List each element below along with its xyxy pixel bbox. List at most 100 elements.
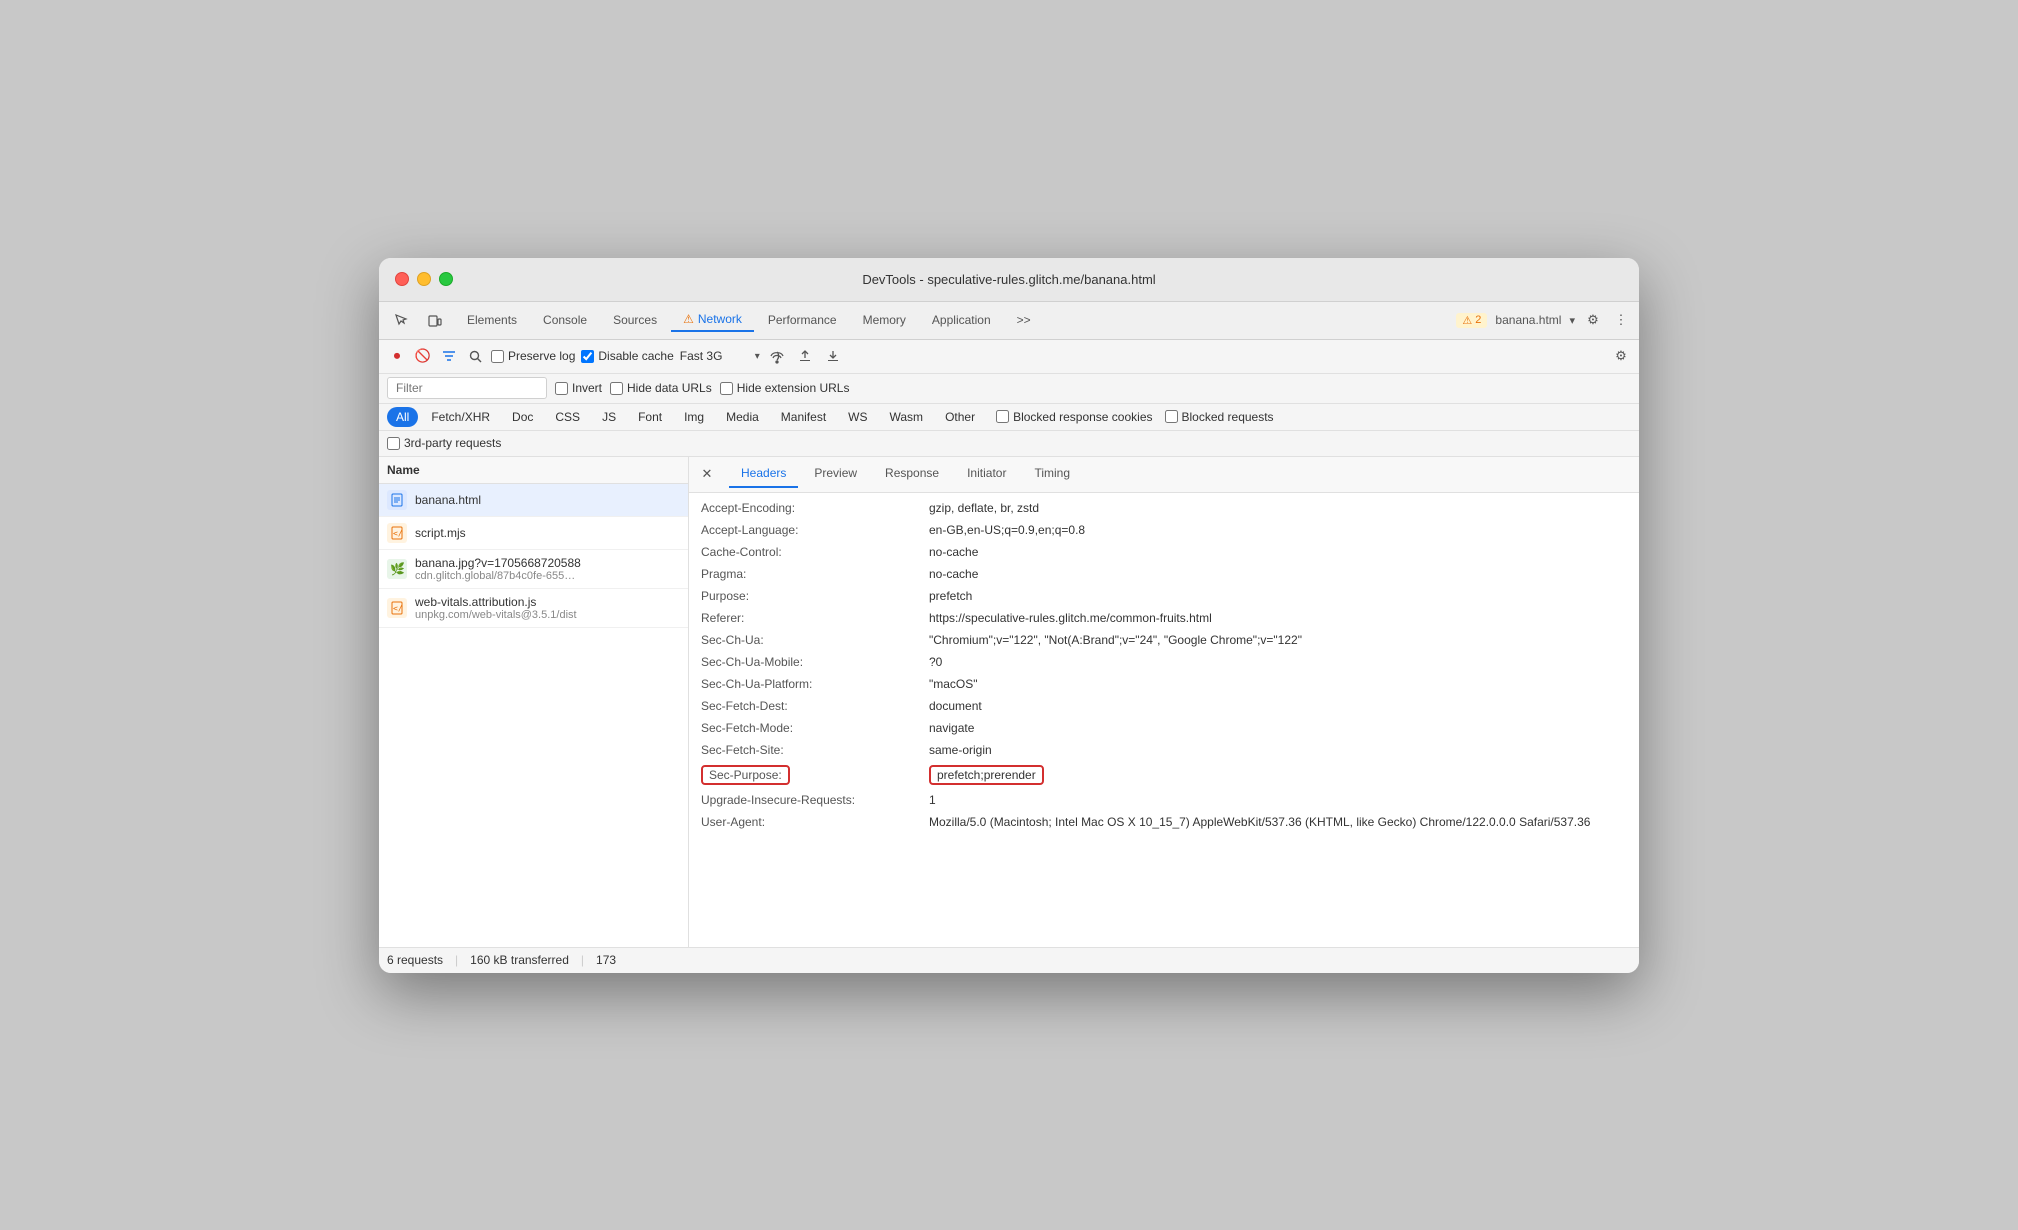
- throttle-select-wrapper[interactable]: Fast 3G Slow 3G No throttling ▾: [680, 349, 760, 363]
- blocked-response-cookies-label[interactable]: Blocked response cookies: [996, 410, 1152, 424]
- pill-media[interactable]: Media: [717, 407, 768, 427]
- header-row: Cache-Control:no-cache: [689, 541, 1639, 563]
- maximize-button[interactable]: [439, 272, 453, 286]
- tab-sources[interactable]: Sources: [601, 309, 669, 331]
- hide-data-urls-checkbox[interactable]: [610, 382, 623, 395]
- header-value: 1: [929, 793, 1627, 807]
- blocked-response-cookies-checkbox[interactable]: [996, 410, 1009, 423]
- sep1: |: [455, 953, 458, 967]
- detail-tab-timing[interactable]: Timing: [1022, 460, 1082, 488]
- size-value: 173: [596, 953, 616, 967]
- preserve-log-checkbox[interactable]: [491, 350, 504, 363]
- headers-content: Accept-Encoding:gzip, deflate, br, zstd A…: [689, 493, 1639, 947]
- header-value: document: [929, 699, 1627, 713]
- tab-memory[interactable]: Memory: [851, 309, 918, 331]
- hide-extension-urls-checkbox[interactable]: [720, 382, 733, 395]
- header-name: Upgrade-Insecure-Requests:: [701, 793, 921, 807]
- tab-console[interactable]: Console: [531, 309, 599, 331]
- hide-extension-urls-label[interactable]: Hide extension URLs: [720, 381, 850, 395]
- stop-recording-button[interactable]: ⏺: [387, 346, 407, 366]
- file-info-banana-jpg: banana.jpg?v=1705668720588 cdn.glitch.gl…: [415, 556, 581, 582]
- file-item-script-mjs[interactable]: </> script.mjs: [379, 517, 688, 550]
- throttle-select[interactable]: Fast 3G Slow 3G No throttling: [680, 349, 759, 363]
- header-value: navigate: [929, 721, 1627, 735]
- pill-ws[interactable]: WS: [839, 407, 876, 427]
- warning-icon: ⚠: [683, 312, 694, 326]
- detail-tab-initiator[interactable]: Initiator: [955, 460, 1018, 488]
- third-party-label[interactable]: 3rd-party requests: [387, 436, 501, 450]
- file-item-banana-html[interactable]: banana.html: [379, 484, 688, 517]
- filter-bar: Invert Hide data URLs Hide extension URL…: [379, 374, 1639, 404]
- header-row: Sec-Fetch-Mode: navigate: [689, 717, 1639, 739]
- header-name: User-Agent:: [701, 815, 921, 829]
- tab-network[interactable]: ⚠ Network: [671, 308, 754, 332]
- pill-manifest[interactable]: Manifest: [772, 407, 835, 427]
- pill-font[interactable]: Font: [629, 407, 671, 427]
- header-row: Sec-Fetch-Site:same-origin: [689, 739, 1639, 761]
- header-name: Accept-Language:: [701, 523, 921, 537]
- hide-data-urls-label[interactable]: Hide data URLs: [610, 381, 712, 395]
- header-name: Sec-Fetch-Site:: [701, 743, 921, 757]
- header-row: Accept-Encoding:gzip, deflate, br, zstd: [689, 497, 1639, 519]
- download-har-icon[interactable]: [822, 345, 844, 367]
- detail-tab-preview[interactable]: Preview: [802, 460, 869, 488]
- tab-performance[interactable]: Performance: [756, 309, 849, 331]
- tab-elements[interactable]: Elements: [455, 309, 529, 331]
- header-name: Sec-Fetch-Mode:: [701, 721, 921, 735]
- minimize-button[interactable]: [417, 272, 431, 286]
- pill-doc[interactable]: Doc: [503, 407, 542, 427]
- pill-all[interactable]: All: [387, 407, 418, 427]
- invert-checkbox[interactable]: [555, 382, 568, 395]
- file-item-web-vitals[interactable]: </> web-vitals.attribution.js unpkg.com/…: [379, 589, 688, 628]
- disable-cache-label[interactable]: Disable cache: [581, 349, 673, 363]
- close-detail-button[interactable]: ✕: [697, 464, 717, 484]
- file-item-banana-jpg[interactable]: 🌿 banana.jpg?v=1705668720588 cdn.glitch.…: [379, 550, 688, 589]
- svg-text:</>: </>: [393, 529, 403, 538]
- requests-count: 6 requests: [387, 953, 443, 967]
- header-value: prefetch;prerender: [929, 765, 1627, 785]
- detail-tabs: ✕ Headers Preview Response Initiator Tim…: [689, 457, 1639, 493]
- network-settings-icon[interactable]: ⚙: [1611, 346, 1631, 366]
- blocked-requests-checkbox[interactable]: [1165, 410, 1178, 423]
- warning-badge-icon: ⚠: [1462, 314, 1472, 327]
- network-conditions-icon[interactable]: [766, 345, 788, 367]
- filter-input[interactable]: [387, 377, 547, 399]
- more-options-icon[interactable]: ⋮: [1611, 310, 1631, 330]
- settings-icon[interactable]: ⚙: [1583, 310, 1603, 330]
- third-party-checkbox[interactable]: [387, 437, 400, 450]
- pill-css[interactable]: CSS: [546, 407, 589, 427]
- preserve-log-label[interactable]: Preserve log: [491, 349, 575, 363]
- detail-tab-headers[interactable]: Headers: [729, 460, 798, 488]
- pill-fetch-xhr[interactable]: Fetch/XHR: [422, 407, 499, 427]
- file-name-script-mjs: script.mjs: [415, 526, 466, 540]
- close-button[interactable]: [395, 272, 409, 286]
- pill-other[interactable]: Other: [936, 407, 984, 427]
- search-icon[interactable]: [465, 346, 485, 366]
- tab-more[interactable]: >>: [1005, 309, 1043, 331]
- detail-panel: ✕ Headers Preview Response Initiator Tim…: [689, 457, 1639, 947]
- device-icon[interactable]: [421, 306, 449, 334]
- pill-wasm[interactable]: Wasm: [881, 407, 933, 427]
- pill-js[interactable]: JS: [593, 407, 625, 427]
- filter-icon[interactable]: [439, 346, 459, 366]
- clear-button[interactable]: 🚫: [413, 346, 433, 366]
- titlebar: DevTools - speculative-rules.glitch.me/b…: [379, 258, 1639, 302]
- header-value: "Chromium";v="122", "Not(A:Brand";v="24"…: [929, 633, 1627, 647]
- tab-application[interactable]: Application: [920, 309, 1003, 331]
- file-info-web-vitals: web-vitals.attribution.js unpkg.com/web-…: [415, 595, 577, 621]
- upload-har-icon[interactable]: [794, 345, 816, 367]
- img-file-icon: 🌿: [387, 559, 407, 579]
- detail-tab-response[interactable]: Response: [873, 460, 951, 488]
- header-row: User-Agent:Mozilla/5.0 (Macintosh; Intel…: [689, 811, 1639, 833]
- blocked-requests-label[interactable]: Blocked requests: [1165, 410, 1274, 424]
- warning-badge[interactable]: ⚠ 2: [1456, 313, 1487, 328]
- disable-cache-checkbox[interactable]: [581, 350, 594, 363]
- pill-img[interactable]: Img: [675, 407, 713, 427]
- header-value: https://speculative-rules.glitch.me/comm…: [929, 611, 1627, 625]
- dt-right-controls: ⚠ 2 banana.html ▾ ⚙ ⋮: [1456, 310, 1631, 330]
- dropdown-arrow[interactable]: ▾: [1569, 314, 1575, 327]
- header-value: ?0: [929, 655, 1627, 669]
- invert-label[interactable]: Invert: [555, 381, 602, 395]
- cursor-icon[interactable]: [387, 306, 415, 334]
- header-value: "macOS": [929, 677, 1627, 691]
